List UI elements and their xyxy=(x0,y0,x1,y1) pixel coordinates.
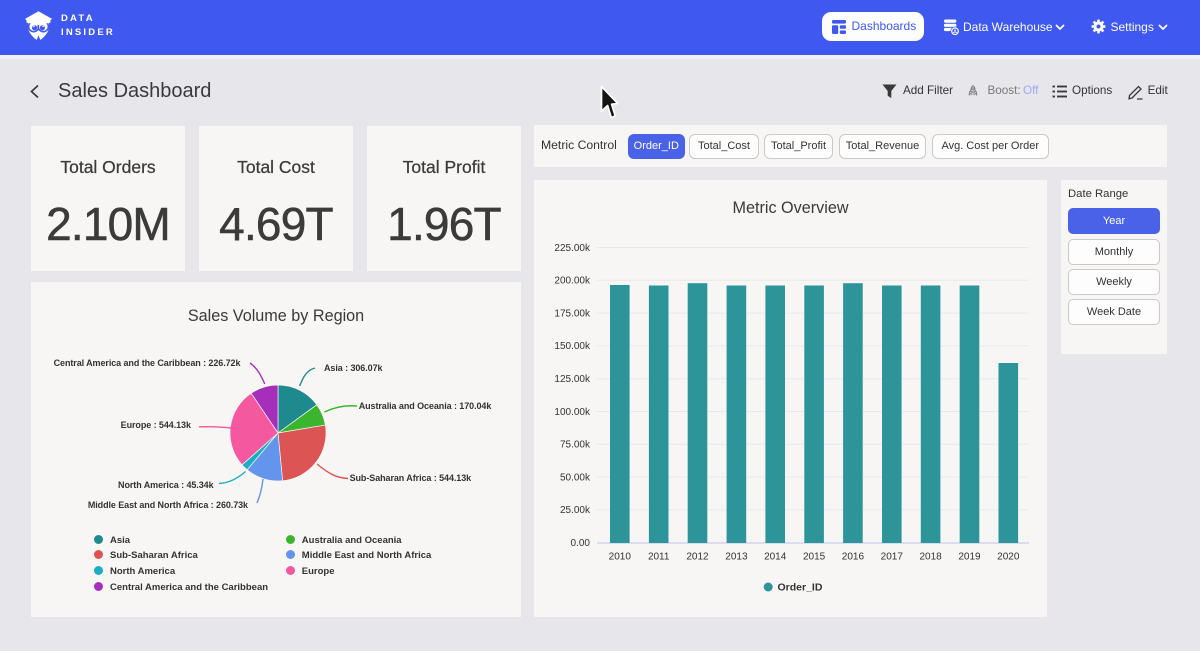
svg-text:2012: 2012 xyxy=(686,552,709,563)
svg-text:2019: 2019 xyxy=(958,552,981,563)
svg-text:125.00k: 125.00k xyxy=(554,374,591,385)
svg-text:2020: 2020 xyxy=(997,552,1020,563)
svg-text:2010: 2010 xyxy=(609,552,632,563)
svg-text:2018: 2018 xyxy=(919,552,942,563)
svg-text:100.00k: 100.00k xyxy=(554,407,591,418)
svg-text:200.00k: 200.00k xyxy=(554,276,591,287)
svg-text:2016: 2016 xyxy=(842,552,865,563)
svg-text:0.00: 0.00 xyxy=(571,538,591,549)
svg-text:Order_ID: Order_ID xyxy=(778,582,823,594)
svg-text:2011: 2011 xyxy=(648,552,670,563)
svg-text:2015: 2015 xyxy=(803,552,826,563)
svg-text:75.00k: 75.00k xyxy=(560,440,591,451)
svg-text:25.00k: 25.00k xyxy=(560,505,591,516)
svg-text:175.00k: 175.00k xyxy=(554,308,591,319)
svg-text:50.00k: 50.00k xyxy=(560,472,591,483)
svg-text:2017: 2017 xyxy=(881,552,904,563)
svg-text:225.00k: 225.00k xyxy=(554,243,591,254)
svg-text:2014: 2014 xyxy=(764,552,787,563)
svg-text:2013: 2013 xyxy=(725,552,748,563)
svg-text:150.00k: 150.00k xyxy=(554,341,591,352)
